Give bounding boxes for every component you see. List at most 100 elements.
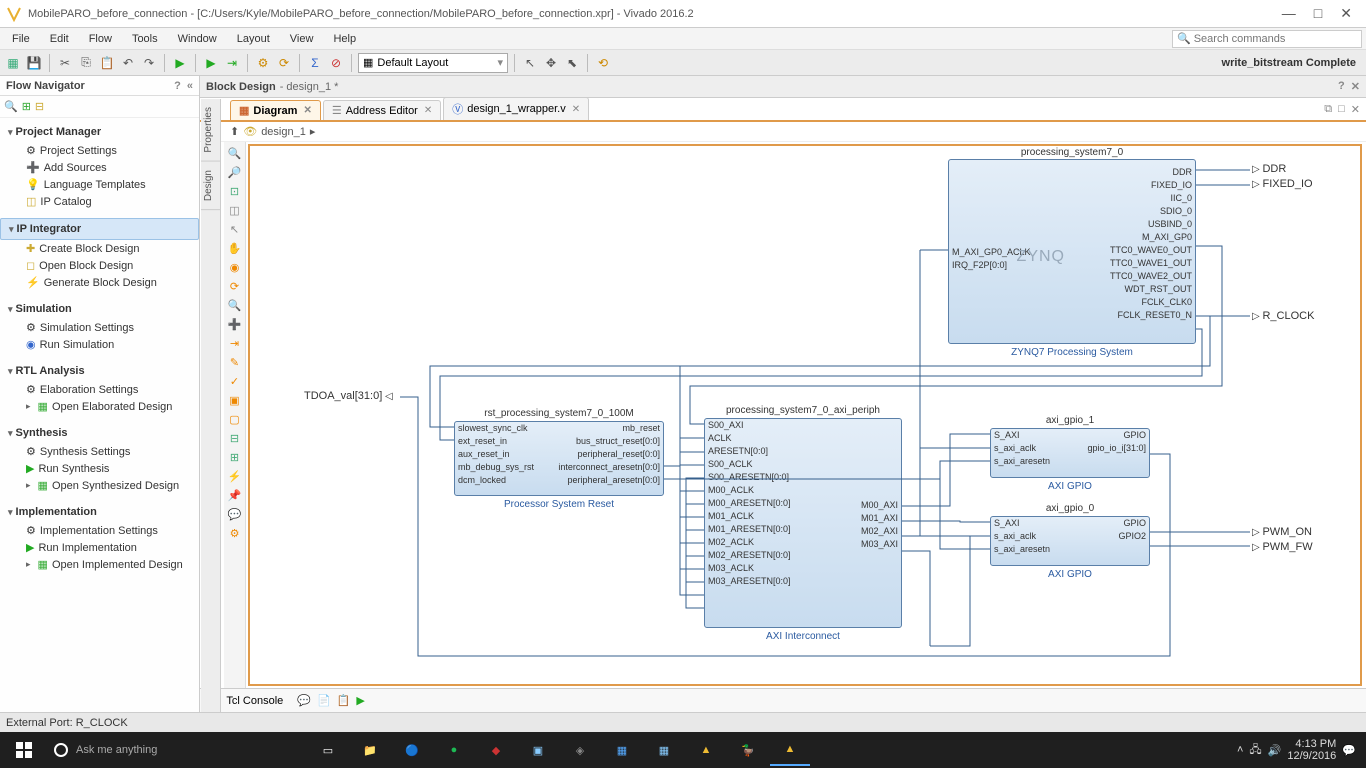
regenerate-icon[interactable]: ⟳ [226,277,244,295]
customize-icon[interactable]: ✎ [226,353,244,371]
close-icon[interactable]: ✕ [1351,103,1360,116]
layout-select[interactable]: ▦ Default Layout ▾ [358,53,508,73]
section-implementation[interactable]: Implementation [0,502,199,522]
port-r-clock[interactable]: ▷ R_CLOCK [1252,310,1314,322]
tab-wrapper[interactable]: Ⓥdesign_1_wrapper.v✕ [443,97,589,120]
pan-icon[interactable]: ✥ [542,54,560,72]
expand-icon[interactable]: ⊞ [226,448,244,466]
tray-up-icon[interactable]: ˄ [1237,744,1243,756]
zoom-in-icon[interactable]: 🔍 [226,144,244,162]
open-block-design[interactable]: ◻Open Block Design [0,257,199,274]
ungroup-icon[interactable]: ▢ [226,410,244,428]
implementation-settings[interactable]: ⚙Implementation Settings [0,522,199,539]
maximize-button[interactable]: □ [1314,5,1322,22]
gear-icon[interactable]: ⚙ [254,54,272,72]
help-button[interactable]: ? [174,80,181,92]
app-generic-2[interactable]: ▣ [518,734,558,766]
run-icon[interactable]: ▶ [171,54,189,72]
port-pwm-fw[interactable]: ▷ PWM_FW [1252,541,1313,553]
restore-icon[interactable]: ⧉ [1324,103,1332,116]
make-external-icon[interactable]: ⇥ [226,334,244,352]
open-synthesized-design[interactable]: ▦Open Synthesized Design [0,477,199,494]
simulation-settings[interactable]: ⚙Simulation Settings [0,319,199,336]
open-implemented-design[interactable]: ▦Open Implemented Design [0,556,199,573]
add-sources[interactable]: ➕Add Sources [0,159,199,176]
sync-icon[interactable]: ⟲ [594,54,612,72]
settings-icon[interactable]: ⚙ [226,524,244,542]
app-vivado-2[interactable]: ▲ [770,734,810,766]
close-tab-icon[interactable]: ✕ [424,105,432,116]
tab-diagram[interactable]: ▦Diagram✕ [230,100,321,120]
app-generic-4[interactable]: ▦ [602,734,642,766]
block-processor-system-reset[interactable]: slowest_sync_clk ext_reset_in aux_reset_… [454,421,664,496]
menu-help[interactable]: Help [325,31,364,47]
menu-flow[interactable]: Flow [81,31,120,47]
help-icon[interactable]: ? [1338,80,1345,93]
highlight-icon[interactable]: ◉ [226,258,244,276]
section-synthesis[interactable]: Synthesis [0,423,199,443]
redo-icon[interactable]: ↷ [140,54,158,72]
step-icon[interactable]: ▶ [202,54,220,72]
chevron-right-icon[interactable]: ▸ [310,125,316,138]
pin-icon[interactable]: 📌 [226,486,244,504]
pan-tool-icon[interactable]: ✋ [226,239,244,257]
tray-network-icon[interactable]: 🖧 [1249,741,1261,760]
cancel-icon[interactable]: ⊘ [327,54,345,72]
stepover-icon[interactable]: ⇥ [223,54,241,72]
refresh-icon[interactable]: ⟳ [275,54,293,72]
tray-notifications-icon[interactable]: 💬 [1342,744,1356,757]
menu-edit[interactable]: Edit [42,31,77,47]
app-generic-1[interactable]: ◆ [476,734,516,766]
zoom-area-icon[interactable]: ◫ [226,201,244,219]
language-templates[interactable]: 💡Language Templates [0,176,199,193]
zoom-tool-icon[interactable]: 🔍 [4,100,18,113]
zoom-out-icon[interactable]: 🔎 [226,163,244,181]
port-tdoa-val[interactable]: TDOA_val[31:0] ◁ [304,390,393,402]
task-view-button[interactable]: ▭ [308,734,348,766]
menu-view[interactable]: View [282,31,322,47]
generate-block-design[interactable]: ⚡Generate Block Design [0,274,199,291]
menu-layout[interactable]: Layout [229,31,278,47]
app-spotify[interactable]: ● [434,734,474,766]
report-icon[interactable]: 📋 [337,694,351,707]
close-button[interactable]: ✕ [1340,5,1352,22]
side-tab-design[interactable]: Design [201,162,220,210]
comment-icon[interactable]: 💬 [226,505,244,523]
app-generic-5[interactable]: ▦ [644,734,684,766]
add-ip-icon[interactable]: ➕ [226,315,244,333]
tray-clock[interactable]: 4:13 PM 12/9/2016 [1287,738,1336,762]
block-axi-gpio-1[interactable]: S_AXI s_axi_aclk s_axi_aresetn GPIO gpio… [990,428,1150,478]
close-tab-icon[interactable]: ✕ [303,105,311,116]
app-generic-3[interactable]: ◈ [560,734,600,766]
port-pwm-on[interactable]: ▷ PWM_ON [1252,526,1312,538]
ip-catalog[interactable]: ◫IP Catalog [0,193,199,210]
menu-window[interactable]: Window [170,31,225,47]
select-tool-icon[interactable]: ↖ [226,220,244,238]
search-commands[interactable]: 🔍 [1172,30,1362,48]
pointer-icon[interactable]: ↖ [521,54,539,72]
minimize-button[interactable]: — [1282,5,1296,22]
tray-volume-icon[interactable]: 🔊 [1268,744,1282,757]
port-fixed-io[interactable]: ▷ FIXED_IO [1252,178,1313,190]
zoom-fit-icon[interactable]: ⊡ [226,182,244,200]
log-icon[interactable]: 📄 [317,694,331,707]
close-panel-button[interactable]: ✕ [1351,80,1360,93]
expand-all-icon[interactable]: ⊞ [22,100,31,113]
play-icon[interactable]: ▶ [356,694,364,707]
start-button[interactable] [4,734,44,766]
synthesis-settings[interactable]: ⚙Synthesis Settings [0,443,199,460]
sigma-icon[interactable]: Σ [306,54,324,72]
breadcrumb[interactable]: ⬆ 👁 design_1 ▸ [200,122,1366,142]
paste-icon[interactable]: 📋 [98,54,116,72]
menu-file[interactable]: File [4,31,38,47]
section-rtl-analysis[interactable]: RTL Analysis [0,361,199,381]
app-vivado-1[interactable]: ▲ [686,734,726,766]
open-elaborated-design[interactable]: ▦Open Elaborated Design [0,398,199,415]
menu-tools[interactable]: Tools [124,31,166,47]
run-synthesis[interactable]: ▶Run Synthesis [0,460,199,477]
run-simulation[interactable]: ◉Run Simulation [0,336,199,353]
group-icon[interactable]: ▣ [226,391,244,409]
elaboration-settings[interactable]: ⚙Elaboration Settings [0,381,199,398]
app-duck[interactable]: 🦆 [728,734,768,766]
new-icon[interactable]: ▦ [4,54,22,72]
